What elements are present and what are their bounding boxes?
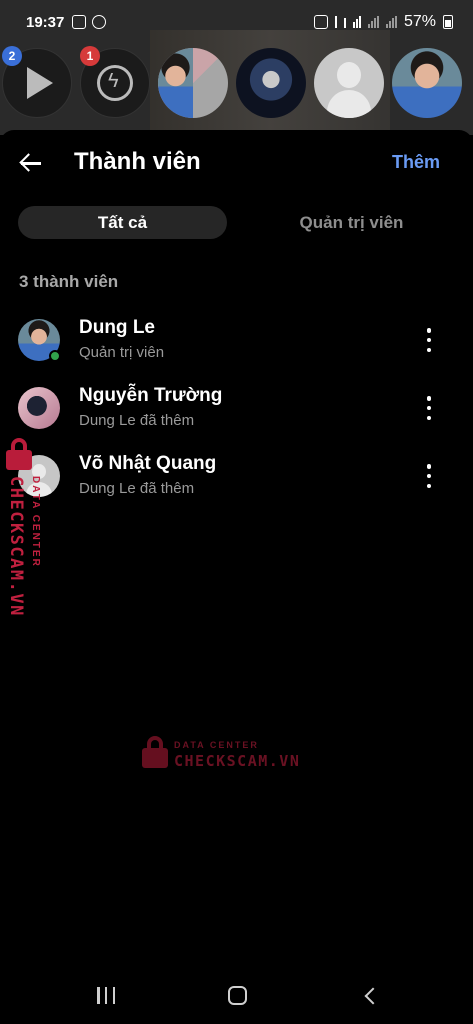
messenger-notification-icon	[92, 15, 107, 29]
system-nav-bar	[0, 968, 473, 1024]
person-body	[327, 90, 371, 118]
member-subtitle: Quản trị viên	[79, 344, 165, 361]
watermark-side: CHECKSCAM.VN DATA CENTER	[2, 438, 48, 643]
chat-head-user[interactable]	[392, 48, 462, 118]
home-icon[interactable]	[228, 986, 247, 1005]
watermark-tagline: DATA CENTER	[30, 476, 41, 568]
member-count: 3 thành viên	[19, 272, 119, 291]
messenger-icon	[97, 65, 133, 101]
chat-head-wolf[interactable]	[236, 48, 306, 118]
more-options-icon[interactable]	[421, 396, 437, 420]
back-arrow-icon[interactable]	[18, 150, 46, 176]
more-options-icon[interactable]	[421, 328, 437, 352]
member-name: Dung Le	[79, 317, 155, 338]
watermark-brand: CHECKSCAM.VN	[174, 752, 301, 770]
tab-all[interactable]: Tất cả	[18, 206, 227, 239]
notification-icons	[72, 15, 107, 29]
mute-icon	[343, 16, 346, 28]
signal-2-icon	[385, 16, 397, 28]
chat-head-group[interactable]	[158, 48, 228, 118]
member-row[interactable]: Nguyễn Trường Dung Le đã thêm	[0, 378, 473, 438]
avatar	[158, 48, 193, 118]
recent-apps-icon[interactable]	[97, 987, 115, 1004]
signal-icon	[367, 16, 379, 28]
sheet-header: Thành viên Thêm	[0, 130, 473, 196]
gallery-icon	[72, 15, 87, 29]
person-icon	[337, 62, 361, 88]
member-row[interactable]: Dung Le Quản trị viên	[0, 310, 473, 370]
back-nav-icon[interactable]	[364, 987, 382, 1005]
chat-head-badge: 1	[80, 46, 100, 66]
members-sheet: Thành viên Thêm Tất cả Quản trị viên 3 t…	[0, 130, 473, 968]
chat-head-default[interactable]	[314, 48, 384, 118]
watermark-lock-icon	[6, 438, 32, 472]
tab-admins[interactable]: Quản trị viên	[248, 206, 455, 239]
watermark-brand: CHECKSCAM.VN	[6, 476, 26, 617]
status-right: 57%	[313, 13, 453, 31]
member-name: Võ Nhật Quang	[79, 453, 217, 474]
page-title: Thành viên	[74, 148, 201, 175]
bluetooth-icon	[334, 16, 337, 28]
lock-status-icon	[313, 15, 328, 29]
watermark-tagline: DATA CENTER	[174, 740, 259, 750]
member-subtitle: Dung Le đã thêm	[79, 412, 195, 429]
online-indicator	[49, 350, 61, 362]
member-tabs: Tất cả Quản trị viên	[18, 206, 455, 239]
chat-heads: 2 1	[0, 46, 473, 120]
status-bar: 19:37 57%	[0, 0, 473, 44]
status-time: 19:37	[26, 13, 65, 31]
avatar	[18, 387, 60, 429]
avatar	[392, 48, 462, 118]
chat-head-badge: 2	[2, 46, 22, 66]
member-subtitle: Dung Le đã thêm	[79, 480, 195, 497]
play-icon	[27, 67, 53, 99]
battery-percent: 57%	[403, 13, 436, 30]
watermark-center: DATA CENTER CHECKSCAM.VN	[140, 734, 310, 774]
member-name: Nguyễn Trường	[79, 385, 223, 406]
add-member-button[interactable]: Thêm	[392, 152, 440, 173]
wifi-icon	[352, 16, 361, 28]
more-options-icon[interactable]	[421, 464, 437, 488]
member-row[interactable]: Võ Nhật Quang Dung Le đã thêm	[0, 446, 473, 506]
battery-icon	[443, 15, 453, 29]
watermark-lock-icon	[142, 736, 168, 770]
